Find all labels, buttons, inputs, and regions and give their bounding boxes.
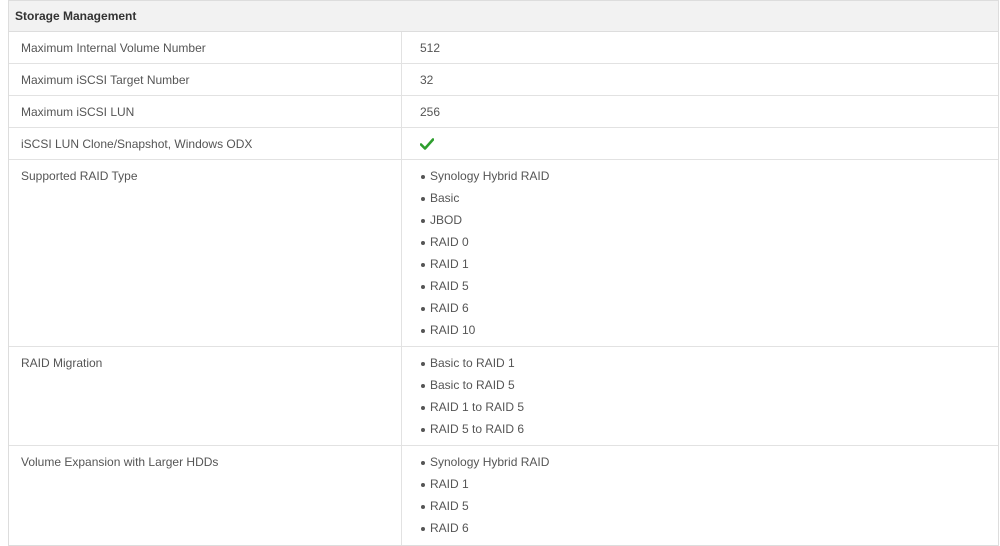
row-label: Supported RAID Type — [9, 160, 402, 346]
table-row: Supported RAID Type Synology Hybrid RAID… — [9, 160, 998, 347]
checkmark-icon — [420, 138, 434, 150]
row-value — [402, 128, 998, 159]
table-row: RAID Migration Basic to RAID 1 Basic to … — [9, 347, 998, 446]
row-value: Basic to RAID 1 Basic to RAID 5 RAID 1 t… — [402, 347, 998, 445]
row-label: iSCSI LUN Clone/Snapshot, Windows ODX — [9, 128, 402, 159]
table-row: Volume Expansion with Larger HDDs Synolo… — [9, 446, 998, 545]
row-value: Synology Hybrid RAID RAID 1 RAID 5 RAID … — [402, 446, 998, 545]
list-item: RAID 6 — [420, 521, 998, 543]
table-row: iSCSI LUN Clone/Snapshot, Windows ODX — [9, 128, 998, 160]
row-value: 512 — [420, 41, 441, 55]
raid-type-list: Synology Hybrid RAID Basic JBOD RAID 0 R… — [420, 169, 998, 345]
list-item: RAID 1 to RAID 5 — [420, 400, 998, 422]
list-item: RAID 0 — [420, 235, 998, 257]
list-item: RAID 1 — [420, 477, 998, 499]
row-label: Maximum iSCSI Target Number — [9, 64, 402, 95]
list-item: Basic to RAID 5 — [420, 378, 998, 400]
table-row: Maximum Internal Volume Number 512 — [9, 32, 998, 64]
storage-management-table: Storage Management Maximum Internal Volu… — [8, 0, 999, 546]
volume-expansion-list: Synology Hybrid RAID RAID 1 RAID 5 RAID … — [420, 455, 998, 543]
raid-migration-list: Basic to RAID 1 Basic to RAID 5 RAID 1 t… — [420, 356, 998, 444]
list-item: Basic — [420, 191, 998, 213]
section-title: Storage Management — [15, 9, 137, 23]
row-value: 32 — [420, 73, 434, 87]
table-row: Maximum iSCSI Target Number 32 — [9, 64, 998, 96]
list-item: Synology Hybrid RAID — [420, 455, 998, 477]
row-label: Maximum iSCSI LUN — [9, 96, 402, 127]
list-item: JBOD — [420, 213, 998, 235]
row-label: Maximum Internal Volume Number — [9, 32, 402, 63]
table-row: Maximum iSCSI LUN 256 — [9, 96, 998, 128]
row-label: Volume Expansion with Larger HDDs — [9, 446, 402, 545]
list-item: RAID 5 — [420, 499, 998, 521]
row-value: Synology Hybrid RAID Basic JBOD RAID 0 R… — [402, 160, 998, 346]
list-item: RAID 5 to RAID 6 — [420, 422, 998, 444]
list-item: RAID 5 — [420, 279, 998, 301]
list-item: Synology Hybrid RAID — [420, 169, 998, 191]
row-label: RAID Migration — [9, 347, 402, 445]
list-item: RAID 10 — [420, 323, 998, 345]
section-header: Storage Management — [9, 0, 998, 32]
list-item: RAID 6 — [420, 301, 998, 323]
list-item: RAID 1 — [420, 257, 998, 279]
list-item: Basic to RAID 1 — [420, 356, 998, 378]
row-value: 256 — [420, 105, 441, 119]
